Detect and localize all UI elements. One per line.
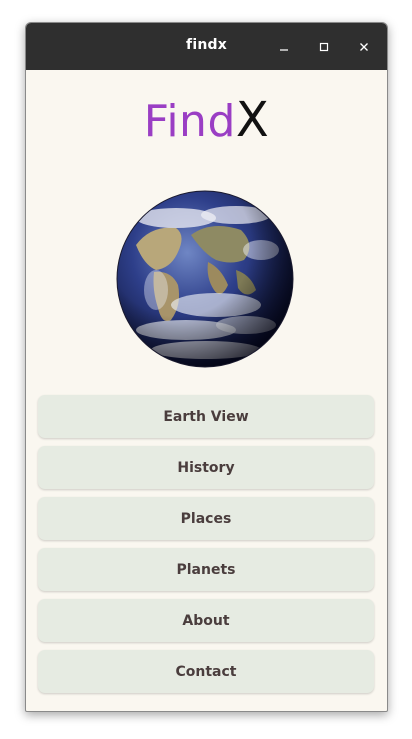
minimize-button[interactable] (272, 35, 296, 59)
title-bar[interactable]: findx (26, 23, 387, 70)
about-button[interactable]: About (38, 599, 374, 642)
places-button[interactable]: Places (38, 497, 374, 540)
main-content: FindX Earth View History Places Planets … (26, 70, 387, 711)
earth-globe-image (116, 190, 294, 368)
app-window: findx FindX Earth View History Places Pl… (25, 22, 388, 712)
minimize-icon (280, 49, 288, 51)
logo-x-text: X (235, 92, 270, 148)
logo-find-text: Find (143, 96, 236, 147)
maximize-button[interactable] (312, 35, 336, 59)
app-logo: FindX (26, 94, 387, 148)
close-button[interactable] (352, 35, 376, 59)
main-menu: Earth View History Places Planets About … (38, 395, 374, 701)
history-button[interactable]: History (38, 446, 374, 489)
earth-view-button[interactable]: Earth View (38, 395, 374, 438)
planets-button[interactable]: Planets (38, 548, 374, 591)
close-icon (360, 43, 368, 51)
maximize-icon (319, 42, 329, 52)
contact-button[interactable]: Contact (38, 650, 374, 693)
